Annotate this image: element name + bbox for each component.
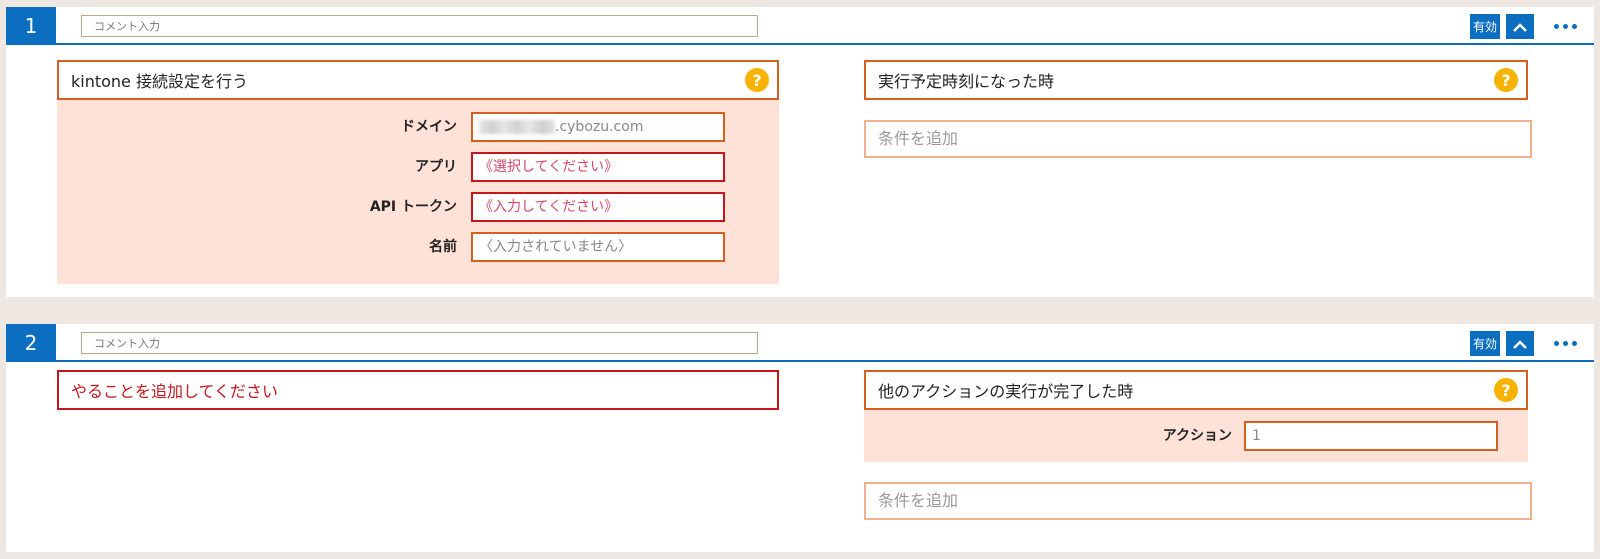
field-label: ドメイン <box>401 119 457 135</box>
comment-input[interactable] <box>81 332 758 354</box>
field-row-name: 名前 〈入力されていません〉 <box>57 232 779 262</box>
action-title[interactable]: kintone 接続設定を行う ? <box>57 60 779 100</box>
action-field[interactable]: 1 <box>1244 421 1498 451</box>
field-row-action: アクション 1 <box>864 421 1528 451</box>
rule-card-2: 2 有効 やることを追加してください 他のアクションの実行が完了した時 ? アク… <box>6 324 1594 552</box>
add-condition-button[interactable]: 条件を追加 <box>864 120 1532 158</box>
chevron-up-icon <box>1513 22 1527 32</box>
field-label: API トークン <box>369 199 457 215</box>
domain-field[interactable]: .cybozu.com <box>471 112 725 142</box>
trigger-title-text: 他のアクションの実行が完了した時 <box>878 382 1134 401</box>
chevron-up-icon <box>1513 339 1527 349</box>
field-row-api-token: API トークン 《入力してください》 <box>57 192 779 222</box>
add-action-text: やることを追加してください <box>71 382 279 401</box>
comment-input[interactable] <box>81 15 758 37</box>
action-title-text: kintone 接続設定を行う <box>71 72 248 91</box>
name-field[interactable]: 〈入力されていません〉 <box>471 232 725 262</box>
trigger-settings-area: アクション 1 <box>864 410 1528 462</box>
enabled-toggle-button[interactable]: 有効 <box>1470 331 1500 356</box>
field-row-app: アプリ 《選択してください》 <box>57 152 779 182</box>
more-dots-icon <box>1553 24 1559 29</box>
enabled-toggle-button[interactable]: 有効 <box>1470 14 1500 39</box>
rule-number-badge: 1 <box>6 7 56 45</box>
collapse-button[interactable] <box>1506 331 1534 356</box>
trigger-title[interactable]: 他のアクションの実行が完了した時 ? <box>864 370 1528 410</box>
add-condition-button[interactable]: 条件を追加 <box>864 482 1532 520</box>
app-select[interactable]: 《選択してください》 <box>471 152 725 182</box>
api-token-field[interactable]: 《入力してください》 <box>471 192 725 222</box>
collapse-button[interactable] <box>1506 14 1534 39</box>
card-header: 2 有効 <box>6 324 1594 362</box>
more-dots-icon <box>1553 341 1559 346</box>
more-menu-button[interactable] <box>1548 14 1582 39</box>
card-header: 1 有効 <box>6 7 1594 45</box>
trigger-title-text: 実行予定時刻になった時 <box>878 72 1055 91</box>
help-icon[interactable]: ? <box>1494 68 1518 92</box>
add-action-prompt[interactable]: やることを追加してください <box>57 370 779 410</box>
action-settings-area: ドメイン .cybozu.com アプリ 《選択してください》 API トークン… <box>57 100 779 284</box>
field-label: アプリ <box>415 159 457 175</box>
rule-card-1: 1 有効 kintone 接続設定を行う ? ドメイン .cybozu.com … <box>6 7 1594 297</box>
redacted-text <box>479 120 555 134</box>
help-icon[interactable]: ? <box>1494 378 1518 402</box>
rule-number-badge: 2 <box>6 324 56 362</box>
field-label: アクション <box>1162 428 1232 444</box>
help-icon[interactable]: ? <box>745 68 769 92</box>
field-label: 名前 <box>429 239 457 255</box>
more-menu-button[interactable] <box>1548 331 1582 356</box>
trigger-title[interactable]: 実行予定時刻になった時 ? <box>864 60 1528 100</box>
field-row-domain: ドメイン .cybozu.com <box>57 112 779 142</box>
